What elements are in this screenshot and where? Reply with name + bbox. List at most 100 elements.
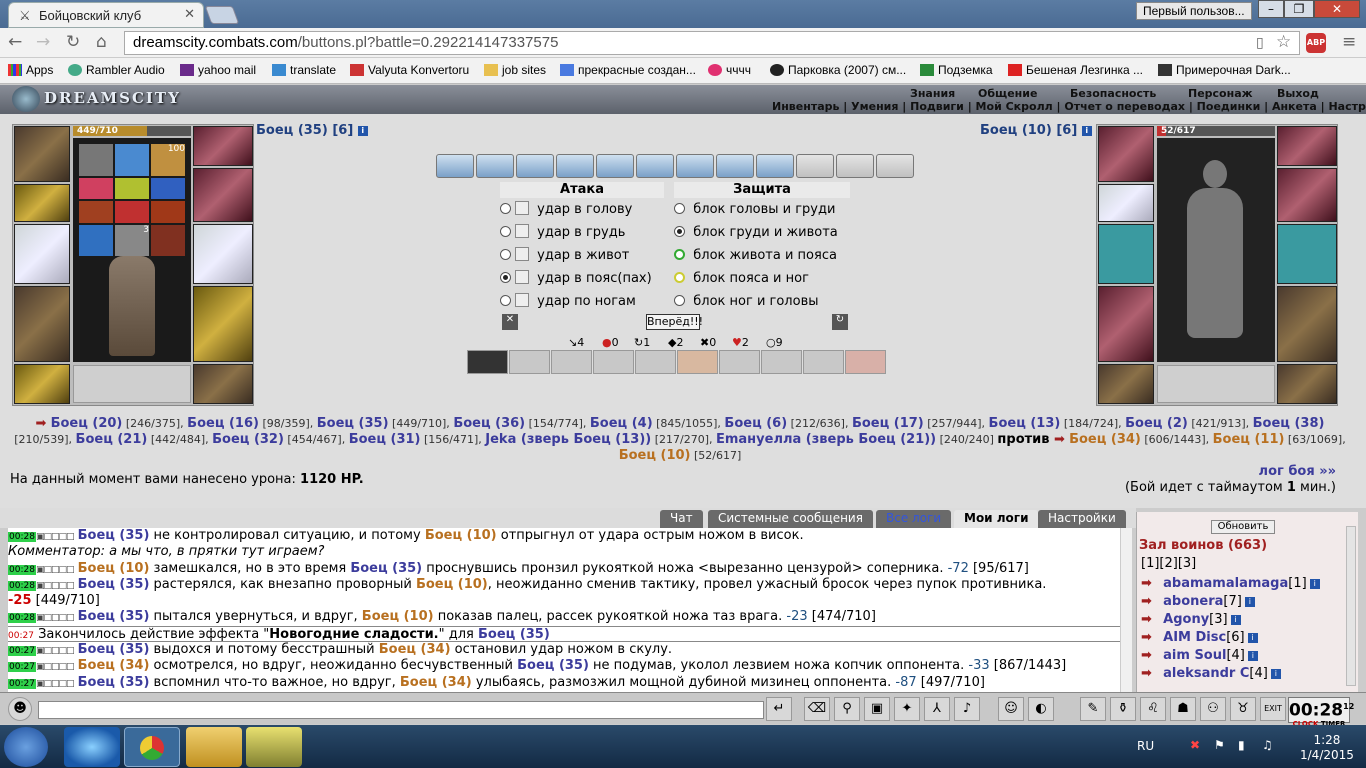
log-scrollbar[interactable]: [1120, 528, 1132, 692]
belt-slot[interactable]: [14, 364, 70, 404]
box-icon[interactable]: [79, 224, 113, 256]
log-time[interactable]: 00:27: [8, 662, 36, 673]
menu-character[interactable]: Персонаж: [1188, 87, 1253, 100]
magic-scroll[interactable]: [676, 154, 714, 178]
info-icon[interactable]: i: [1270, 669, 1281, 679]
magic-scroll[interactable]: [596, 154, 634, 178]
info-icon[interactable]: i: [1081, 126, 1092, 136]
skill-slot[interactable]: [719, 350, 760, 374]
warrior-name[interactable]: abonera: [1163, 594, 1223, 609]
team1-fighter[interactable]: Боец (20): [51, 416, 123, 431]
bracer-slot[interactable]: [1098, 184, 1154, 222]
start-button[interactable]: [4, 727, 48, 767]
team1-fighter[interactable]: Боец (2): [1125, 416, 1188, 431]
warrior-name[interactable]: abamamalamaga: [1163, 576, 1288, 591]
log-time[interactable]: 00:28: [8, 580, 36, 591]
warrior-list-item[interactable]: ➡ Agony[3] i: [1141, 612, 1241, 627]
left-fighter-nick[interactable]: Боец (35): [256, 123, 328, 138]
skill-slot[interactable]: [551, 350, 592, 374]
attack-option-chest[interactable]: удар в грудь: [500, 221, 664, 244]
log-time[interactable]: 00:28: [8, 613, 36, 624]
warrior-name[interactable]: AIM Disc: [1163, 630, 1226, 645]
team1-fighter[interactable]: Боец (4): [590, 416, 653, 431]
warrior-name[interactable]: aleksandr C: [1163, 666, 1249, 681]
offhand-slot[interactable]: [193, 224, 253, 284]
attack-box[interactable]: [515, 270, 529, 284]
fighter-icon[interactable]: ✦: [894, 697, 920, 721]
candy-icon[interactable]: [79, 177, 113, 199]
attack-box[interactable]: [515, 224, 529, 238]
send-icon[interactable]: ↵: [766, 697, 792, 721]
menu-icon[interactable]: ≡: [1342, 32, 1356, 52]
sparkle-icon[interactable]: [151, 177, 185, 199]
tab-all-logs[interactable]: Все логи: [876, 510, 952, 528]
info-icon[interactable]: i: [1230, 615, 1241, 625]
amulet-slot[interactable]: [193, 126, 253, 166]
defense-option[interactable]: блок груди и живота: [674, 221, 850, 244]
chat-input[interactable]: [38, 701, 764, 719]
log-time[interactable]: 00:28: [8, 564, 36, 575]
bookmark-hearts[interactable]: чччч: [708, 63, 751, 77]
attack-option-groin[interactable]: удар в пояс(пах): [500, 267, 664, 290]
magic-scroll[interactable]: [556, 154, 594, 178]
left-fighter-name[interactable]: Боец (35) [6] i: [256, 123, 368, 138]
weapon-slot[interactable]: [14, 224, 70, 284]
menu-communication[interactable]: Общение: [978, 87, 1037, 100]
warrior-list-item[interactable]: ➡ abamamalamaga[1] i: [1141, 576, 1320, 591]
chrome-icon[interactable]: [124, 727, 180, 767]
log-fighter-name[interactable]: Боец (35): [78, 609, 150, 624]
apple-icon[interactable]: [115, 201, 149, 223]
empty-scroll-slot[interactable]: [836, 154, 874, 178]
network-icon[interactable]: ✖: [1190, 738, 1200, 752]
gift-icon[interactable]: [115, 177, 149, 199]
mask-icon[interactable]: ☗: [1170, 697, 1196, 721]
cookie-icon[interactable]: [79, 201, 113, 223]
magic-scroll[interactable]: [636, 154, 674, 178]
filter-icon[interactable]: ⚲: [834, 697, 860, 721]
team1-fighter[interactable]: Боец (38): [1253, 416, 1325, 431]
helmet-icon[interactable]: ◐: [1028, 697, 1054, 721]
bookmark-job-sites[interactable]: job sites: [484, 63, 546, 77]
private-message-icon[interactable]: ➡: [1141, 576, 1159, 591]
defense-radio-selected[interactable]: [674, 226, 685, 237]
right-fighter-nick[interactable]: Боец (10): [980, 123, 1052, 138]
defense-option[interactable]: блок головы и груди: [674, 198, 850, 221]
tab-system-messages[interactable]: Системные сообщения: [708, 510, 873, 528]
log-fighter-name[interactable]: Боец (35): [517, 658, 589, 673]
magic-scroll[interactable]: [756, 154, 794, 178]
user-profile-button[interactable]: Первый пользов...: [1136, 2, 1252, 20]
battery-icon[interactable]: ▮: [1238, 738, 1245, 752]
pagination[interactable]: [1][2][3]: [1141, 556, 1196, 571]
skill-slot[interactable]: [761, 350, 802, 374]
bookmark-valyuta[interactable]: Valyuta Konvertoru: [350, 63, 469, 77]
team1-fighter[interactable]: Боец (36): [453, 416, 525, 431]
attack-radio[interactable]: [500, 226, 511, 237]
internet-explorer-icon[interactable]: [64, 727, 120, 767]
log-fighter-name[interactable]: Боец (34): [400, 675, 472, 690]
defense-option[interactable]: блок ног и головы: [674, 290, 850, 313]
log-fighter-name[interactable]: Боец (35): [78, 577, 150, 592]
team1-fighter[interactable]: Боец (35): [317, 416, 389, 431]
log-fighter-name[interactable]: Боец (10): [362, 609, 434, 624]
private-message-icon[interactable]: ➡: [1141, 612, 1159, 627]
menu-knowledge[interactable]: Знания: [910, 87, 955, 100]
attack-radio[interactable]: [500, 295, 511, 306]
action-icon[interactable]: ✎: [1080, 697, 1106, 721]
magic-scroll[interactable]: [476, 154, 514, 178]
bookmark-google[interactable]: прекрасные создан...: [560, 63, 696, 77]
pants-slot[interactable]: [1277, 286, 1337, 362]
bookmark-primerochnaya[interactable]: Примерочная Dark...: [1158, 63, 1291, 77]
log-fighter-name[interactable]: Боец (35): [78, 528, 150, 543]
attack-option-belly[interactable]: удар в живот: [500, 244, 664, 267]
smile-icon[interactable]: ☺: [998, 697, 1024, 721]
skill-slot[interactable]: [509, 350, 550, 374]
forward-icon[interactable]: →: [36, 32, 50, 52]
magic-scroll[interactable]: [516, 154, 554, 178]
bear-icon[interactable]: ♉: [1230, 697, 1256, 721]
defense-radio[interactable]: [674, 295, 685, 306]
exit-button[interactable]: EXIT: [1260, 697, 1286, 721]
team2-fighter[interactable]: Боец (34): [1069, 432, 1141, 447]
potion-icon[interactable]: 100: [151, 144, 185, 176]
address-bar[interactable]: dreamscity.combats.com/buttons.pl?battle…: [124, 31, 1300, 55]
refresh-icon[interactable]: ↻: [832, 314, 848, 330]
